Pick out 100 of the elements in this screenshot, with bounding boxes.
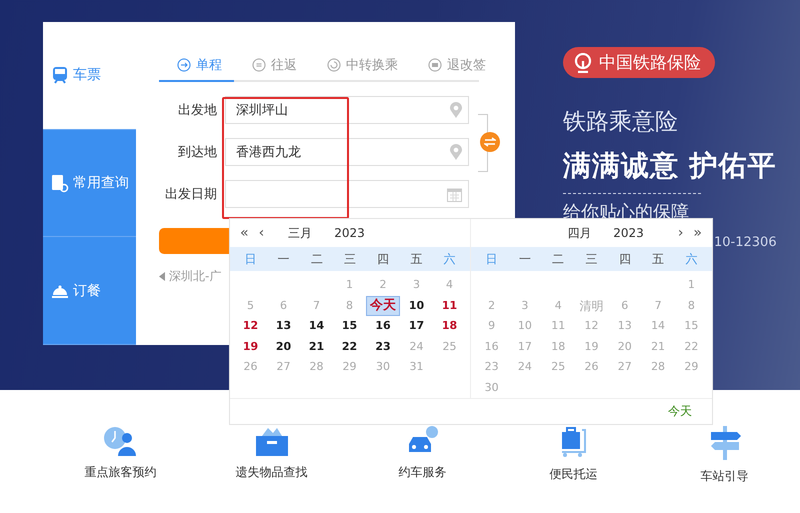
- calendar-day[interactable]: 今天: [366, 296, 400, 316]
- service-link[interactable]: 车站引导: [700, 468, 748, 485]
- train-icon: [51, 66, 69, 84]
- calendar-day[interactable]: 10: [518, 319, 532, 334]
- calendar-day[interactable]: 1: [688, 278, 695, 292]
- service-link[interactable]: 遗失物品查找: [236, 464, 308, 481]
- calendar-day[interactable]: 4: [446, 278, 453, 292]
- calendar-day[interactable]: 22: [684, 340, 698, 354]
- calendar-day[interactable]: 29: [684, 360, 698, 374]
- calendar-day[interactable]: 11: [442, 298, 458, 313]
- trip-tab[interactable]: 往返: [234, 52, 309, 82]
- weekday-label: 四: [377, 250, 390, 268]
- box-icon: [256, 426, 288, 456]
- calendar-day[interactable]: 25: [442, 340, 456, 354]
- calendar-day[interactable]: 1: [346, 278, 353, 292]
- weekday-label: 一: [518, 250, 531, 268]
- side-tab[interactable]: 常用查询: [43, 130, 136, 238]
- phone-number: 10-12306: [714, 235, 777, 250]
- weekday-label: 三: [344, 250, 356, 268]
- calendar-day[interactable]: 8: [346, 298, 353, 313]
- calendar-day[interactable]: 17: [518, 340, 532, 354]
- calendar-day[interactable]: 12: [242, 319, 258, 334]
- calendar-day[interactable]: 5: [247, 298, 254, 313]
- recent-route-link[interactable]: 深圳北-广: [169, 268, 222, 285]
- calendar-day[interactable]: 清明: [579, 298, 604, 313]
- calendar-day[interactable]: 7: [313, 298, 320, 313]
- calendar-day[interactable]: 30: [484, 380, 499, 395]
- calendar-day[interactable]: 22: [342, 340, 358, 354]
- calendar-day[interactable]: 27: [276, 360, 290, 374]
- calendar-day[interactable]: 6: [280, 298, 287, 313]
- calendar-day[interactable]: 20: [276, 340, 292, 354]
- calendar-day[interactable]: 24: [518, 360, 532, 374]
- previous-year-button[interactable]: «: [240, 225, 249, 241]
- cloche-icon: [51, 282, 69, 299]
- weekday-label: 一: [278, 250, 290, 268]
- calendar-day[interactable]: 30: [376, 360, 390, 374]
- calendar-day[interactable]: 9: [488, 319, 496, 334]
- previous-month-button[interactable]: ‹: [258, 225, 264, 241]
- trip-tab[interactable]: 中转换乘: [309, 52, 410, 82]
- calendar-day[interactable]: 12: [584, 319, 598, 334]
- input-field[interactable]: [225, 180, 469, 208]
- weekday-label: 六: [443, 250, 456, 268]
- calendar-day[interactable]: 15: [342, 319, 358, 334]
- calendar-day[interactable]: 27: [618, 360, 632, 374]
- month-label: 三月: [288, 224, 312, 242]
- calendar-day[interactable]: 2: [380, 278, 386, 292]
- calendar-day[interactable]: 15: [684, 319, 698, 334]
- calendar-day[interactable]: 4: [554, 298, 562, 313]
- next-year-button[interactable]: »: [693, 225, 702, 241]
- calendar-day[interactable]: 16: [375, 319, 391, 334]
- service-link[interactable]: 约车服务: [398, 464, 446, 481]
- calendar-day[interactable]: 17: [408, 319, 424, 334]
- today-link[interactable]: 今天: [668, 403, 692, 420]
- ticket-circle-icon: [428, 58, 442, 72]
- service-link[interactable]: 便民托运: [550, 466, 598, 483]
- calendar-day[interactable]: 16: [484, 340, 499, 354]
- calendar-day[interactable]: 14: [308, 319, 324, 334]
- input-field[interactable]: 深圳坪山: [225, 96, 469, 124]
- calendar-day[interactable]: 11: [551, 319, 566, 334]
- weekday-label: 五: [652, 250, 664, 268]
- calendar-day[interactable]: 7: [654, 298, 662, 313]
- calendar-day[interactable]: 13: [618, 319, 632, 334]
- swap-button[interactable]: [480, 132, 500, 152]
- calendar-day[interactable]: 24: [410, 340, 424, 354]
- calendar-day[interactable]: 3: [521, 298, 528, 313]
- equals-circle-icon: [252, 58, 266, 72]
- calendar-day[interactable]: 3: [413, 278, 420, 292]
- service-link[interactable]: 重点旅客预约: [84, 464, 156, 481]
- calendar-day[interactable]: 8: [688, 298, 695, 313]
- calendar-day[interactable]: 31: [410, 360, 424, 374]
- calendar-day[interactable]: 14: [651, 319, 666, 334]
- calendar-day[interactable]: 23: [484, 360, 499, 374]
- field-label: 出发地: [177, 102, 218, 119]
- next-month-button[interactable]: ›: [678, 225, 684, 241]
- insurance-badge[interactable]: 中国铁路保险: [563, 47, 715, 78]
- calendar-day[interactable]: 20: [618, 340, 632, 354]
- calendar-day[interactable]: 6: [621, 298, 628, 313]
- input-field[interactable]: 香港西九龙: [225, 138, 469, 166]
- calendar-day[interactable]: 26: [244, 360, 258, 374]
- calendar-day[interactable]: 21: [308, 340, 324, 354]
- calendar-day[interactable]: 19: [242, 340, 258, 354]
- calendar-day[interactable]: 28: [651, 360, 666, 374]
- trip-tab[interactable]: 单程: [159, 52, 234, 82]
- calendar-day[interactable]: 13: [276, 319, 292, 334]
- calendar-day[interactable]: 26: [584, 360, 598, 374]
- calendar-day[interactable]: 21: [651, 340, 666, 354]
- calendar-day[interactable]: 23: [375, 340, 391, 354]
- side-tab[interactable]: 订餐: [43, 237, 136, 346]
- calendar-day[interactable]: 18: [442, 319, 458, 334]
- document-search-icon: [51, 173, 69, 193]
- calendar-day[interactable]: 18: [551, 340, 566, 354]
- field-label: 到达地: [177, 144, 218, 161]
- trip-tab[interactable]: 退改签: [410, 52, 498, 82]
- calendar-day[interactable]: 2: [488, 298, 496, 313]
- calendar-day[interactable]: 19: [584, 340, 598, 354]
- weekday-label: 四: [618, 250, 631, 268]
- calendar-day[interactable]: 28: [310, 360, 324, 374]
- calendar-day[interactable]: 25: [551, 360, 566, 374]
- calendar-day[interactable]: 10: [408, 298, 424, 313]
- calendar-day[interactable]: 29: [342, 360, 356, 374]
